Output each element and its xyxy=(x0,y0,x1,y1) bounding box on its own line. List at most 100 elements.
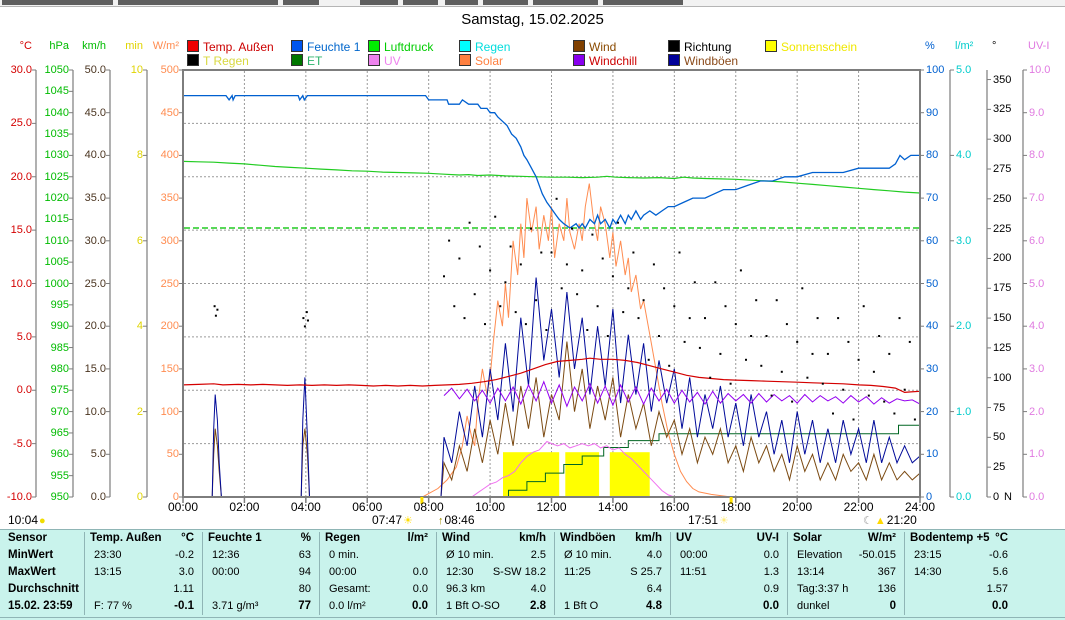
richtung-dot xyxy=(699,347,701,349)
richtung-dot xyxy=(653,263,655,265)
richtung-dot xyxy=(668,365,670,367)
richtung-dot xyxy=(873,371,875,373)
astro-marker: ↑08:46 xyxy=(437,514,475,528)
richtung-dot xyxy=(545,329,547,331)
table-cell-value: 1.57 xyxy=(924,583,1008,596)
richtung-dot xyxy=(791,401,793,403)
table-cell-value: 0.0 xyxy=(344,566,428,579)
table-separator xyxy=(554,532,555,615)
richtung-dot xyxy=(704,317,706,319)
richtung-dot xyxy=(576,293,578,295)
astro-time-label: 10:04 xyxy=(8,513,38,527)
richtung-dot xyxy=(469,222,471,224)
astro-time-label: 17:51 xyxy=(688,513,718,527)
sunshine-block xyxy=(610,452,650,496)
x-tick-label: 18:00 xyxy=(712,501,760,514)
table-cell-value: 0 xyxy=(812,600,896,613)
x-tick-label: 20:00 xyxy=(773,501,821,514)
table-row-label: 15.02. 23:59 xyxy=(8,600,73,613)
richtung-dot xyxy=(904,389,906,391)
table-cell-value: 63 xyxy=(227,549,311,562)
richtung-dot xyxy=(515,311,517,313)
richtung-dot xyxy=(632,252,634,254)
astro-marker: 17:51☀ xyxy=(688,514,730,528)
table-col-unit: % xyxy=(251,532,311,545)
richtung-dot xyxy=(719,353,721,355)
richtung-dot xyxy=(725,305,727,307)
richtung-dot xyxy=(443,275,445,277)
table-cell-value: -0.1 xyxy=(110,600,194,613)
richtung-dot xyxy=(561,287,563,289)
table-cell-value: 2.8 xyxy=(462,600,546,613)
richtung-dot xyxy=(914,419,916,421)
astro-marker: ☾▲21:20 xyxy=(862,514,917,528)
richtung-dot xyxy=(847,341,849,343)
richtung-dot xyxy=(786,323,788,325)
richtung-dot xyxy=(893,413,895,415)
richtung-dot xyxy=(643,299,645,301)
richtung-dot xyxy=(878,335,880,337)
x-tick-label: 02:00 xyxy=(220,501,268,514)
table-separator xyxy=(436,532,437,615)
table-separator xyxy=(84,532,85,615)
table-cell-value: 0.0 xyxy=(924,600,1008,613)
table-cell-value: 0.0 xyxy=(695,600,779,613)
richtung-dot xyxy=(863,305,865,307)
table-cell-value: -0.6 xyxy=(924,549,1008,562)
astro-time-label: 21:20 xyxy=(887,513,917,527)
table-cell-value: 2.5 xyxy=(462,549,546,562)
x-tick-label: 12:00 xyxy=(528,501,576,514)
richtung-dot xyxy=(909,341,911,343)
richtung-dot xyxy=(801,287,803,289)
richtung-dot xyxy=(709,377,711,379)
richtung-dot xyxy=(771,395,773,397)
richtung-dot xyxy=(817,317,819,319)
richtung-dot xyxy=(510,246,512,248)
richtung-dot xyxy=(525,323,527,325)
x-tick-label: 00:00 xyxy=(159,501,207,514)
table-cell-value: 0.0 xyxy=(344,583,428,596)
richtung-dot xyxy=(796,341,798,343)
richtung-dot xyxy=(591,234,593,236)
richtung-dot xyxy=(648,359,650,361)
table-cell-value: 94 xyxy=(227,566,311,579)
table-cell-value: 4.0 xyxy=(462,583,546,596)
richtung-dot xyxy=(760,365,762,367)
richtung-dot xyxy=(617,222,619,224)
table-row-label: Sensor xyxy=(8,532,47,545)
table-cell-value: 0.9 xyxy=(695,583,779,596)
table-col-unit: km/h xyxy=(602,532,662,545)
x-tick-label: 22:00 xyxy=(835,501,883,514)
richtung-dot xyxy=(735,323,737,325)
richtung-dot xyxy=(868,395,870,397)
richtung-dot xyxy=(453,305,455,307)
richtung-dot xyxy=(745,359,747,361)
richtung-dot xyxy=(842,389,844,391)
richtung-dot xyxy=(586,329,588,331)
table-separator xyxy=(319,532,320,615)
table-col-unit: °C xyxy=(948,532,1008,545)
richtung-dot xyxy=(755,299,757,301)
richtung-dot xyxy=(302,317,304,319)
table-col-header: Wind xyxy=(442,532,470,545)
richtung-dot xyxy=(679,252,681,254)
table-cell-value: 6.4 xyxy=(578,583,662,596)
richtung-dot xyxy=(504,281,506,283)
richtung-dot xyxy=(571,228,573,230)
table-cell-value: 3.0 xyxy=(110,566,194,579)
richtung-dot xyxy=(304,325,306,327)
table-cell: 0 min. xyxy=(329,549,359,562)
twilight-end-icon: ↑ xyxy=(437,515,445,527)
richtung-dot xyxy=(806,377,808,379)
table-cell-value: 80 xyxy=(227,583,311,596)
richtung-dot xyxy=(607,335,609,337)
richtung-dot xyxy=(714,281,716,283)
table-cell-value: 1.3 xyxy=(695,566,779,579)
richtung-dot xyxy=(520,263,522,265)
table-col-unit: l/m² xyxy=(368,532,428,545)
richtung-dot xyxy=(216,309,218,311)
table-cell-value: 5.6 xyxy=(924,566,1008,579)
richtung-dot xyxy=(551,252,553,254)
richtung-dot xyxy=(740,269,742,271)
richtung-dot xyxy=(458,258,460,260)
